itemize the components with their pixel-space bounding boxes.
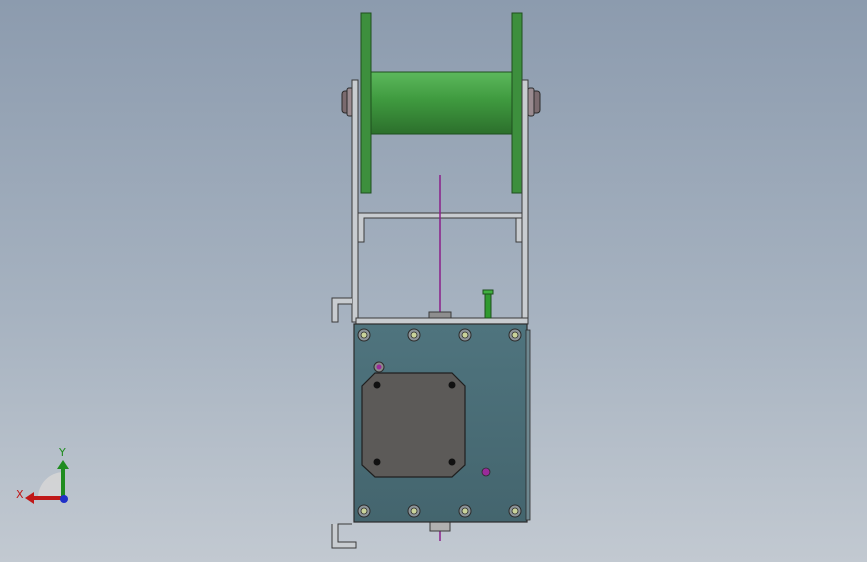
x-axis-label: X bbox=[16, 488, 24, 501]
bolt bbox=[357, 328, 371, 342]
right-upright bbox=[521, 79, 529, 323]
left-hook-bottom bbox=[331, 523, 357, 549]
bolt bbox=[508, 504, 522, 518]
spool-drum bbox=[370, 71, 513, 135]
bolt bbox=[407, 504, 421, 518]
motor-screw-tl bbox=[373, 381, 381, 389]
motor-screw-br bbox=[448, 458, 456, 466]
enclosure-box[interactable] bbox=[353, 323, 531, 523]
model-view[interactable]: X Y bbox=[0, 0, 867, 562]
triad-plane-indicator bbox=[37, 472, 63, 498]
y-axis-arrow bbox=[57, 460, 69, 469]
view-orientation-triad-icon[interactable]: X Y bbox=[16, 446, 69, 504]
enclosure-side-lip bbox=[525, 329, 531, 521]
spool-assembly[interactable] bbox=[341, 12, 541, 194]
spool-right-flange bbox=[511, 12, 523, 194]
graphics-viewport[interactable]: X Y bbox=[0, 0, 867, 562]
left-hook-top bbox=[331, 297, 352, 323]
bolt bbox=[407, 328, 421, 342]
bolt bbox=[508, 328, 522, 342]
cross-bracket-right bbox=[515, 217, 523, 243]
bottom-cable-guide bbox=[429, 521, 451, 532]
right-axle-washer bbox=[527, 87, 535, 117]
small-port-top-inner bbox=[376, 364, 382, 370]
green-pin bbox=[484, 291, 492, 319]
green-pin-cap bbox=[482, 289, 494, 295]
y-axis-label: Y bbox=[58, 446, 66, 459]
z-axis-dot bbox=[60, 495, 68, 503]
top-plate-edge bbox=[355, 317, 529, 325]
bolt bbox=[357, 504, 371, 518]
cable-guide bbox=[428, 311, 452, 319]
motor-screw-bl bbox=[373, 458, 381, 466]
motor-screw-tr bbox=[448, 381, 456, 389]
bolt bbox=[458, 328, 472, 342]
x-axis-arrow bbox=[25, 492, 34, 504]
small-port-bottom bbox=[481, 467, 491, 477]
left-upright bbox=[351, 79, 359, 323]
spool-left-flange bbox=[360, 12, 372, 194]
bolt bbox=[458, 504, 472, 518]
